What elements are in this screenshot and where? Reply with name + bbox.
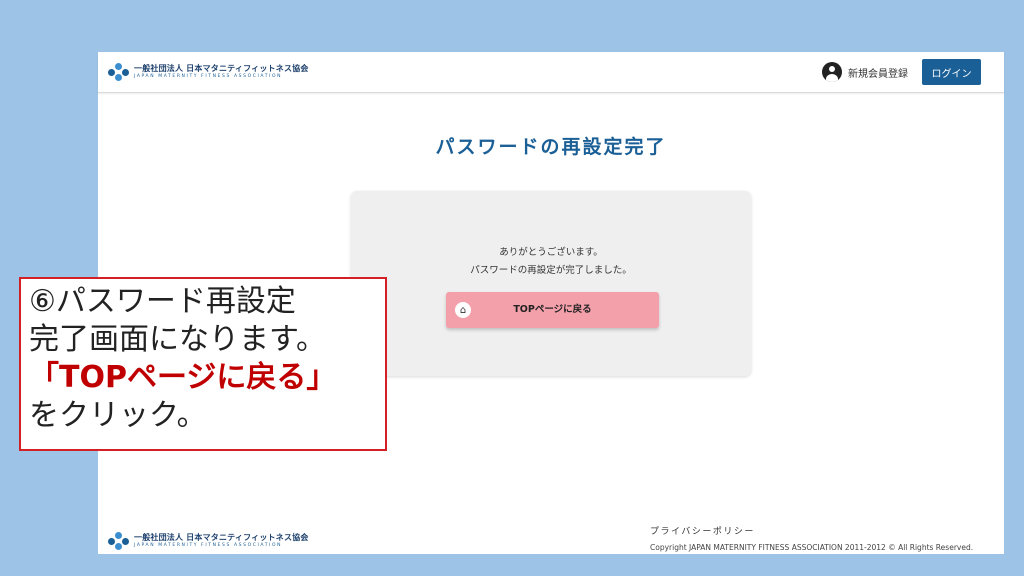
privacy-policy-link[interactable]: プライバシーポリシー [650,524,755,537]
register-link[interactable]: 新規会員登録 [848,65,908,80]
footer-logo-japanese-text: 一般社団法人 日本マタニティフィットネス協会 [134,532,309,542]
site-logo[interactable]: 一般社団法人 日本マタニティフィットネス協会 JAPAN MATERNITY F… [108,63,309,81]
page-title: パスワードの再設定完了 [435,136,667,158]
instruction-callout: ⑥パスワード再設定 完了画面になります。 「TOPページに戻る」 をクリック。 [19,277,387,451]
thanks-message: ありがとうございます。 [499,247,603,258]
footer-logo-mark-icon [108,532,130,550]
login-button[interactable]: ログイン [922,59,981,85]
user-icon[interactable] [822,62,842,82]
back-to-top-button[interactable]: ⌂ TOPページに戻る [446,292,659,328]
callout-line-4: をクリック。 [29,398,207,433]
back-to-top-label: TOPページに戻る [513,304,592,315]
footer-logo[interactable]: 一般社団法人 日本マタニティフィットネス協会 JAPAN MATERNITY F… [108,532,309,550]
callout-highlight-line: 「TOPページに戻る」 [29,360,337,395]
footer-logo-english-text: JAPAN MATERNITY FITNESS ASSOCIATION [134,542,283,548]
callout-line-1: ⑥パスワード再設定 [29,284,296,319]
completion-message: パスワードの再設定が完了しました。 [470,265,632,276]
completion-card: ありがとうございます。 パスワードの再設定が完了しました。 ⌂ TOPページに戻… [351,191,751,376]
logo-japanese-text: 一般社団法人 日本マタニティフィットネス協会 [134,63,309,73]
logo-english-text: JAPAN MATERNITY FITNESS ASSOCIATION [134,73,283,79]
site-header: 一般社団法人 日本マタニティフィットネス協会 JAPAN MATERNITY F… [98,52,1004,93]
copyright-text: Copyright JAPAN MATERNITY FITNESS ASSOCI… [650,543,974,552]
callout-line-2: 完了画面になります。 [29,322,326,357]
logo-mark-icon [108,63,130,81]
